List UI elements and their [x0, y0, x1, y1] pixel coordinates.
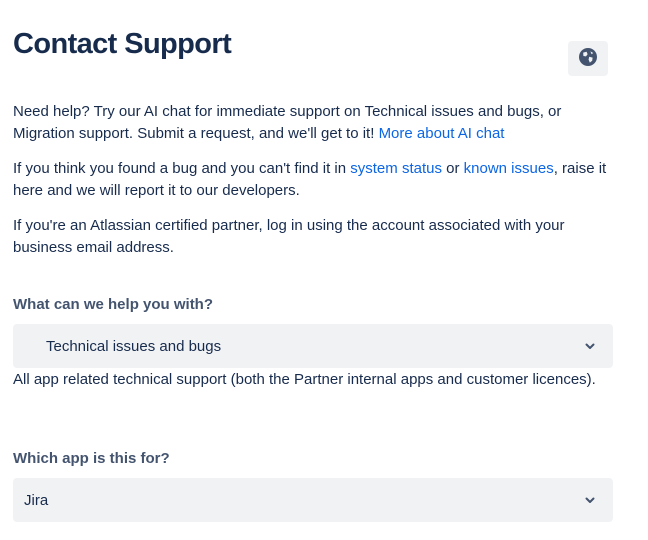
ai-chat-link[interactable]: More about AI chat: [379, 125, 505, 142]
help-type-description: All app related technical support (both …: [13, 371, 596, 388]
bug-report-intro: If you think you found a bug and you can…: [13, 158, 613, 202]
system-status-link[interactable]: system status: [350, 160, 442, 177]
bug-intro-text: If you think you found a bug and you can…: [13, 160, 347, 177]
ai-chat-intro: Need help? Try our AI chat for immediate…: [13, 101, 613, 145]
known-issues-link[interactable]: known issues: [464, 160, 554, 177]
page-title: Contact Support: [13, 28, 232, 60]
app-value: Jira: [24, 491, 49, 509]
partner-note: If you're an Atlassian certified partner…: [13, 217, 565, 256]
language-button[interactable]: [568, 41, 608, 76]
help-type-value: Technical issues and bugs: [46, 337, 222, 355]
bug-intro-or: or: [446, 160, 460, 177]
app-select[interactable]: Jira: [13, 478, 613, 522]
help-type-select[interactable]: Technical issues and bugs: [13, 324, 613, 368]
chevron-down-icon: [583, 493, 597, 507]
chevron-down-icon: [583, 339, 597, 353]
globe-icon: [578, 47, 598, 70]
app-label: Which app is this for?: [13, 450, 170, 467]
help-type-label: What can we help you with?: [13, 296, 214, 313]
